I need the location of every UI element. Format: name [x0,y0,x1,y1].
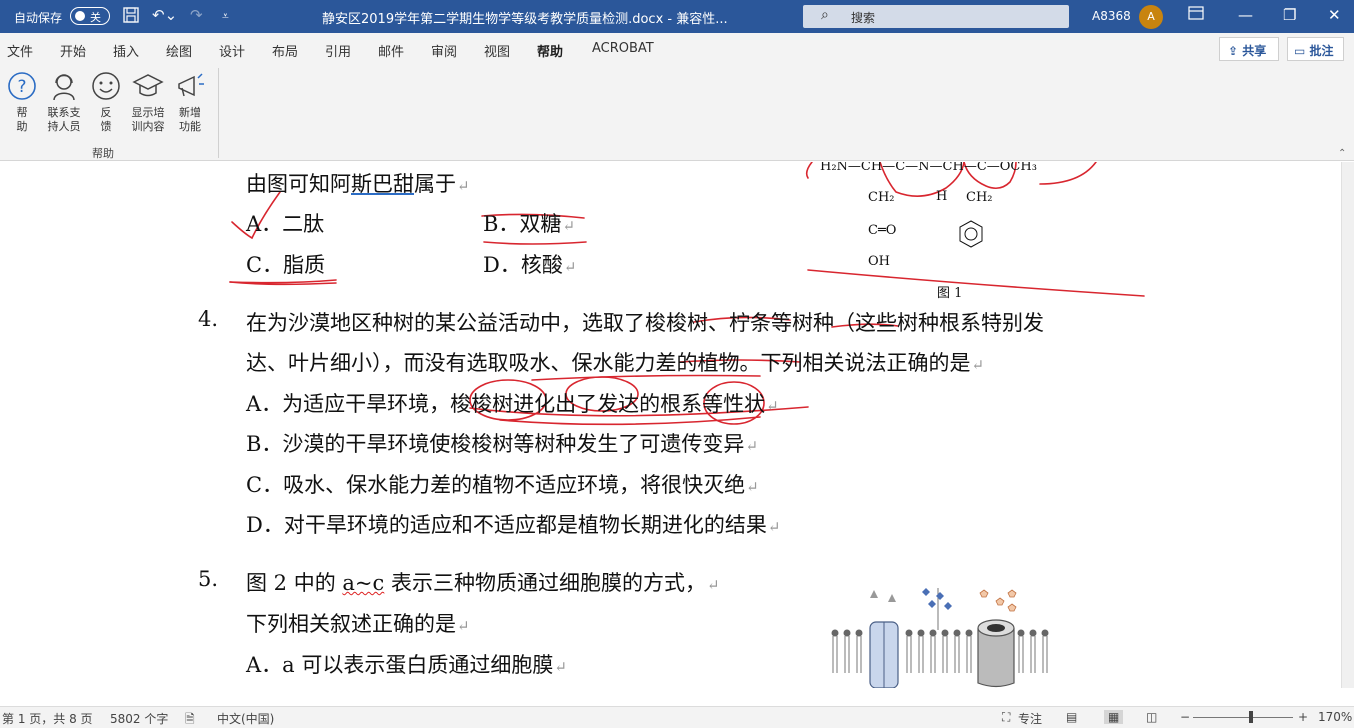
q3-option-d: D．核酸↵ [483,253,577,277]
page-count[interactable]: 第 1 页，共 8 页 [2,710,93,727]
undo-icon[interactable]: ↶⌄ [152,6,177,24]
vertical-scrollbar[interactable] [1341,162,1354,688]
status-bar: 第 1 页，共 8 页 5802 个字 🗎 中文(中国) ⛶ 专注 ▤ ▦ ◫ … [0,706,1354,728]
customize-qat-icon[interactable]: ⩡ [222,9,229,24]
web-layout-icon[interactable]: ◫ [1146,710,1157,724]
q4-option-d: D．对干旱环境的适应和不适应都是植物长期进化的结果↵ [246,513,781,537]
tab-mailings[interactable]: 邮件 [378,41,404,60]
tab-layout[interactable]: 布局 [272,41,298,60]
graduation-cap-icon [132,70,164,102]
figure2-cell-membrane [831,588,1049,688]
share-label: 共享 [1242,44,1267,58]
q3-option-a: A．二肽 [246,212,325,236]
ribbon-separator [218,68,219,158]
zoom-slider[interactable] [1193,711,1293,723]
feedback-button[interactable]: 反 馈 [90,70,122,134]
figure1-ch2-left: CH₂ [868,190,895,205]
share-icon: ⇪ [1228,44,1239,58]
language[interactable]: 中文(中国) [217,710,274,727]
q4-option-a: A．为适应干旱环境，梭梭树进化出了发达的根系等性状↵ [246,392,779,416]
q3-option-b: B．双糖↵ [483,212,576,236]
benzene-ring-icon [959,220,983,248]
save-icon[interactable] [122,6,140,28]
q5-stem-line2: 下列相关叙述正确的是↵ [246,612,470,636]
tab-references[interactable]: 引用 [325,41,351,60]
tab-insert[interactable]: 插入 [113,41,139,60]
redo-icon[interactable]: ↷ [190,6,203,24]
focus-label[interactable]: 专注 [1018,710,1042,727]
help-icon: ? [6,70,38,102]
figure1-ch2-right: CH₂ [966,190,993,205]
ribbon-display-options-icon[interactable] [1188,6,1204,24]
q4-number: 4. [198,307,219,331]
tab-design[interactable]: 设计 [219,41,245,60]
help-button[interactable]: ? 帮 助 [6,70,38,134]
read-mode-icon[interactable]: ▤ [1066,710,1077,724]
tab-home[interactable]: 开始 [60,41,86,60]
figure1-formula: H₂N—CH—C—N—CH—C—OCH₃ [820,162,1037,174]
ribbon-tab-bar: 文件 开始 插入 绘图 设计 布局 引用 邮件 审阅 视图 帮助 ACROBAT… [0,33,1354,67]
ink-annotations [229,162,1145,426]
collapse-ribbon-icon[interactable]: ⌃ [1338,148,1346,159]
user-name[interactable]: A8368 [1092,9,1131,23]
minimize-icon[interactable]: — [1238,6,1253,24]
q4-option-c: C．吸水、保水能力差的植物不适应环境，将很快灭绝↵ [246,473,759,497]
restore-icon[interactable]: ❐ [1283,6,1296,24]
ribbon-group-label: 帮助 [92,147,114,160]
q4-stem-line1: 在为沙漠地区种树的某公益活动中，选取了梭梭树、柠条等树种（这些树种根系特别发 [246,311,1044,335]
search-box[interactable]: ⌕ 搜索 [803,5,1069,28]
avatar[interactable]: A [1139,5,1163,29]
title-bar: 自动保存 关 ↶⌄ ↷ ⩡ 静安区2019学年第二学期生物学等级考教学质量检测.… [0,0,1354,33]
share-button[interactable]: ⇪ 共享 [1219,37,1279,61]
autosave-toggle[interactable]: 关 [70,7,110,25]
comments-label: 批注 [1309,44,1334,58]
q5-option-a: A．a 可以表示蛋白质通过细胞膜↵ [246,653,567,677]
whats-new-button[interactable]: 新增 功能 [174,70,206,134]
svg-text:?: ? [17,77,26,97]
show-training-button[interactable]: 显示培 训内容 [126,70,170,134]
document-title: 静安区2019学年第二学期生物学等级考教学质量检测.docx - 兼容性... [322,12,728,27]
tab-acrobat[interactable]: ACROBAT [592,41,654,56]
search-placeholder: 搜索 [851,11,876,25]
megaphone-icon [174,70,206,102]
q5-number: 5. [198,567,219,591]
q4-option-b: B．沙漠的干旱环境使梭梭树等树种发生了可遗传变异↵ [246,432,759,456]
tab-draw[interactable]: 绘图 [166,41,192,60]
figure1-oh: OH [868,254,890,269]
print-layout-icon[interactable]: ▦ [1104,710,1124,724]
autosave-state: 关 [90,11,101,24]
figure1-h: H [936,189,948,204]
ribbon-panel: ? 帮 助 联系支 持人员 反 馈 显示培 训内容 新增 功能 帮助 ⌃ [0,64,1354,161]
contact-support-button[interactable]: 联系支 持人员 [42,70,86,134]
word-count[interactable]: 5802 个字 [110,710,168,727]
q3-stem: 由图可知阿斯巴甜属于↵ [246,172,470,196]
support-agent-icon [48,70,80,102]
q3-option-c: C．脂质 [246,253,326,277]
zoom-in-button[interactable]: + [1298,710,1308,724]
q5-stem-line1: 图 2 中的 a~c 表示三种物质通过细胞膜的方式，↵ [246,571,720,595]
proofing-icon[interactable]: 🗎 [185,710,195,728]
figure1-caption: 图 1 [937,286,963,301]
zoom-slider-thumb[interactable] [1249,711,1253,723]
focus-icon[interactable]: ⛶ [1002,710,1010,725]
autosave-label: 自动保存 [14,11,63,25]
document-page[interactable]: 由图可知阿斯巴甜属于↵ A．二肽 B．双糖↵ C．脂质 D．核酸↵ H₂N—CH… [0,162,1341,688]
tab-view[interactable]: 视图 [484,41,510,60]
smiley-feedback-icon [90,70,122,102]
q4-stem-line2: 达、叶片细小），而没有选取吸水、保水能力差的植物。下列相关说法正确的是↵ [246,351,985,375]
close-icon[interactable]: ✕ [1328,6,1341,24]
tab-help[interactable]: 帮助 [537,41,564,67]
figure1-co: C═O [868,223,897,238]
comments-button[interactable]: ▭ 批注 [1287,37,1344,61]
tab-review[interactable]: 审阅 [431,41,457,60]
search-icon: ⌕ [821,7,829,23]
comment-icon: ▭ [1294,44,1306,58]
zoom-out-button[interactable]: − [1180,710,1190,724]
tab-file[interactable]: 文件 [7,41,33,60]
zoom-level[interactable]: 170% [1318,710,1352,724]
